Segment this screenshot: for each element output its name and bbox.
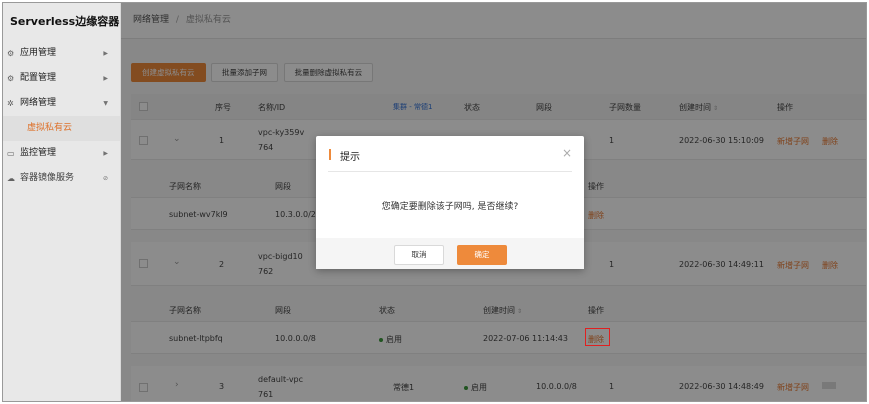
dialog-divider: [328, 171, 572, 172]
confirm-button[interactable]: 确定: [457, 245, 507, 265]
highlight-box: [585, 328, 610, 346]
dialog-footer: 取消 确定: [316, 238, 584, 269]
dialog-accent-bar: [329, 149, 331, 160]
close-icon[interactable]: ×: [562, 146, 572, 160]
cancel-button[interactable]: 取消: [394, 245, 444, 265]
confirm-dialog: 提示 × 您确定要删除该子网吗, 是否继续? 取消 确定: [316, 136, 584, 269]
app-window: Serverless边缘容器 ⚙ 应用管理 ▶ ⚙ 配置管理 ▶ ✲ 网络管理 …: [2, 2, 867, 402]
dialog-title: 提示: [340, 152, 360, 163]
sidebar-overlay: [3, 3, 121, 401]
dialog-message: 您确定要删除该子网吗, 是否继续?: [381, 202, 519, 212]
